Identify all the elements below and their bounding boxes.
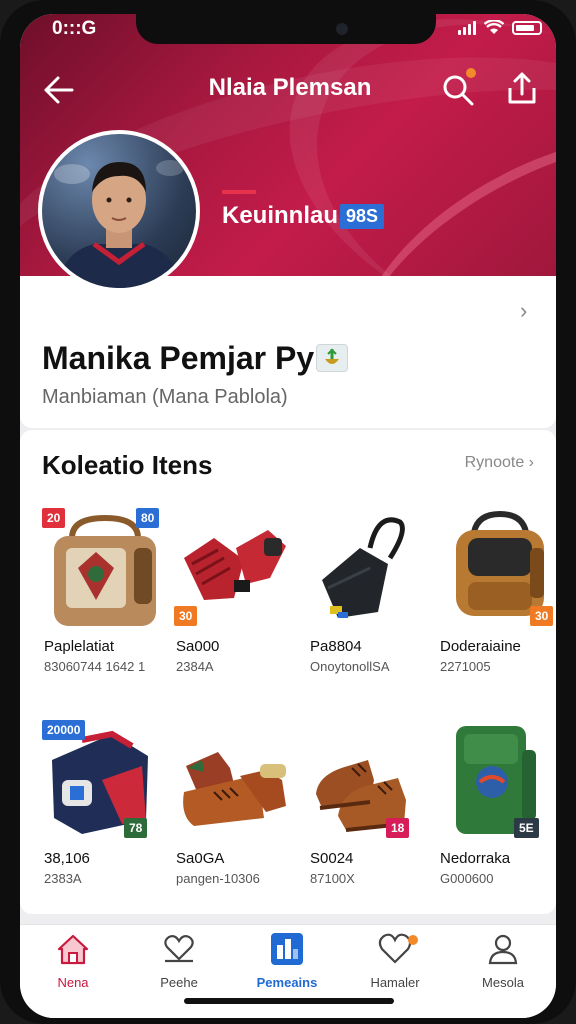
wifi-icon: [484, 20, 504, 34]
collection-item[interactable]: Sa0GA pangen-10306: [174, 720, 300, 916]
item-tag: 5E: [514, 818, 539, 838]
shoulder-bag-icon: [322, 517, 405, 618]
collection-item[interactable]: 5E Nedorraka G000600: [438, 720, 556, 916]
app-screen: 0:::G Nlaia Plemsan › Manika Pemjar Pyr …: [20, 14, 556, 1018]
see-more-label: Rynoote: [464, 454, 525, 471]
player-portrait: [54, 160, 184, 288]
status-time: 0:::G: [52, 18, 97, 39]
heart-icon: [378, 933, 412, 964]
shoes-icon: [316, 760, 406, 832]
collection-item[interactable]: 20000 78 38,106 2383A: [42, 720, 168, 916]
level-badge: 98S: [340, 204, 385, 229]
boots-icon: [183, 752, 286, 826]
hero-accent-line: [222, 190, 256, 194]
top-app-bar: Nlaia Plemsan: [20, 64, 556, 114]
item-name: Sa000: [176, 638, 220, 655]
item-meta: OnoytonollSA: [310, 659, 390, 674]
nav-item-pemeains[interactable]: Pemeains: [242, 931, 332, 997]
item-meta: pangen-10306: [176, 871, 260, 886]
collection-item[interactable]: 18 S0024 87100X: [308, 720, 434, 916]
chevron-right-icon[interactable]: ›: [520, 298, 527, 324]
collection-item[interactable]: 20 80 Paplelatiat 83060744 1642 1: [42, 508, 168, 704]
item-meta: 87100X: [310, 871, 355, 886]
nav-item-hamaler[interactable]: Hamaler: [350, 931, 440, 997]
item-meta: 2271005: [440, 659, 491, 674]
nav-label: Nena: [57, 975, 89, 990]
player-subtitle: Manbiaman (Mana Pablola): [42, 386, 288, 408]
item-name: Nedorraka: [440, 850, 511, 867]
profile-icon: [488, 934, 518, 965]
flag-icon: [316, 344, 348, 372]
item-name: Sa0GA: [176, 850, 225, 867]
notification-dot: [466, 68, 476, 78]
profile-card[interactable]: › Manika Pemjar Pyr Manbiaman (Mana Pabl…: [20, 276, 556, 428]
notification-dot: [408, 935, 418, 945]
item-tag: 18: [386, 818, 410, 838]
player-name: Manika Pemjar Pyr: [42, 340, 327, 376]
nav-label: Peehe: [160, 975, 198, 990]
item-name: S0024: [310, 850, 354, 867]
avatar[interactable]: [38, 130, 200, 292]
collection-title: Koleatio Itens: [42, 450, 213, 480]
item-tag: 20000: [42, 720, 86, 740]
nav-label: Pemeains: [256, 975, 318, 990]
signal-icon: [458, 20, 476, 35]
status-icons: [458, 20, 542, 35]
item-tag: 20: [42, 508, 66, 528]
page-title: Nlaia Plemsan: [208, 74, 372, 101]
heart-hand-icon: [164, 935, 194, 963]
battery-icon: [512, 20, 542, 35]
home-indicator[interactable]: [184, 998, 394, 1004]
collection-icon: [271, 933, 303, 965]
camera-notch: [136, 14, 436, 44]
item-tag: 30: [530, 606, 554, 626]
item-meta: 2383A: [44, 871, 82, 886]
home-icon: [57, 934, 89, 965]
share-icon[interactable]: [502, 68, 542, 108]
nav-item-home[interactable]: Nena: [28, 931, 118, 997]
nav-item-mesola[interactable]: Mesola: [458, 931, 548, 997]
item-name: 38,106: [44, 850, 90, 867]
item-name: Paplelatiat: [44, 638, 115, 655]
front-camera: [336, 23, 348, 35]
item-meta: 83060744 1642 1: [44, 659, 146, 674]
collection-item[interactable]: 30 Doderaiaine 2271005: [438, 508, 556, 704]
item-name: Pa8804: [310, 638, 362, 655]
item-meta: 2384A: [176, 659, 214, 674]
collection-section: Koleatio Itens Rynoote › 20 80 Paplelati…: [20, 430, 556, 914]
item-tag: 30: [174, 606, 198, 626]
item-tag: 78: [124, 818, 148, 838]
item-tag: 80: [136, 508, 160, 528]
collection-item[interactable]: Pa8804 OnoytonollSA: [308, 508, 434, 704]
collection-item[interactable]: 30 Sa000 2384A: [174, 508, 300, 704]
item-name: Doderaiaine: [440, 638, 521, 655]
back-arrow-icon[interactable]: [38, 70, 78, 110]
nav-item-peehe[interactable]: Peehe: [134, 931, 224, 997]
nav-label: Mesola: [482, 975, 524, 990]
hero-player-name: Keuinnlau: [222, 202, 339, 229]
see-more-link[interactable]: Rynoote ›: [465, 454, 534, 472]
item-meta: G000600: [440, 871, 494, 886]
nav-label: Hamaler: [370, 975, 420, 990]
phone-frame: 0:::G Nlaia Plemsan › Manika Pemjar Pyr …: [0, 0, 576, 1024]
